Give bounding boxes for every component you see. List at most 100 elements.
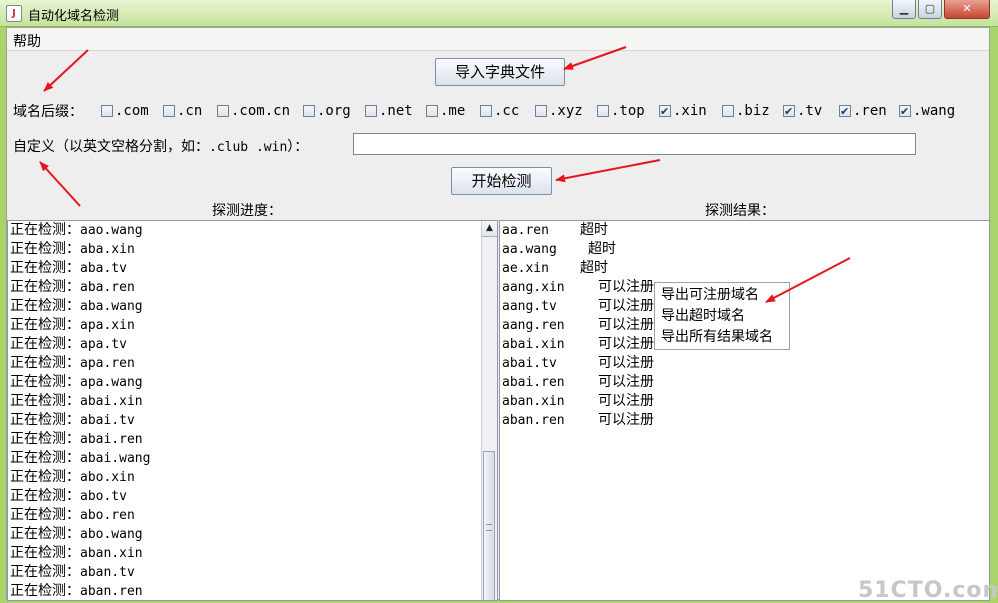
suffix-checkbox[interactable]: .net — [365, 102, 413, 120]
progress-line: 正在检测：abai.wang — [8, 449, 497, 468]
progress-line: 正在检测：aba.ren — [8, 278, 497, 297]
context-menu-item[interactable]: 导出可注册域名 — [655, 285, 789, 306]
custom-suffix-input[interactable] — [353, 133, 916, 155]
progress-prefix: 正在检测： — [10, 374, 80, 390]
custom-label-example: .club .win — [209, 140, 288, 155]
scrollbar-thumb[interactable] — [483, 451, 495, 600]
result-domain: aban.xin — [502, 394, 565, 409]
menu-help[interactable]: 帮助 — [13, 31, 41, 51]
suffix-checkbox[interactable]: .wang — [899, 102, 956, 121]
suffix-checkbox[interactable]: .top — [597, 102, 645, 120]
suffix-checkbox[interactable]: .xin — [659, 102, 707, 121]
result-status: 超时 — [588, 241, 616, 257]
progress-prefix: 正在检测： — [10, 507, 80, 523]
result-domain: aang.ren — [502, 318, 565, 333]
context-menu-item[interactable]: 导出超时域名 — [655, 306, 789, 327]
progress-line: 正在检测：aba.xin — [8, 240, 497, 259]
title-bar: J 自动化域名检测 ▁ ▢ ✕ — [0, 0, 998, 27]
progress-prefix: 正在检测： — [10, 393, 80, 409]
checkbox-unchecked-icon[interactable] — [217, 105, 229, 117]
context-menu-item[interactable]: 导出所有结果域名 — [655, 327, 789, 348]
progress-pane[interactable]: 正在检测：aao.wang 正在检测：aba.xin 正在检测：aba.tv 正在检测… — [7, 220, 498, 601]
scrollbar-grip-icon — [486, 524, 492, 531]
progress-domain: aba.ren — [80, 280, 135, 295]
window-title: 自动化域名检测 — [28, 9, 120, 24]
export-context-menu: 导出可注册域名 导出超时域名 导出所有结果域名 — [654, 282, 790, 350]
progress-prefix: 正在检测： — [10, 317, 80, 333]
scroll-up-arrow-icon[interactable]: ▲ — [482, 221, 497, 237]
progress-prefix: 正在检测： — [10, 222, 80, 238]
progress-line: 正在检测：apa.xin — [8, 316, 497, 335]
suffix-checkbox-label: .top — [611, 103, 645, 119]
progress-domain: aban.ren — [80, 584, 143, 599]
suffix-checkbox[interactable]: .org — [303, 102, 351, 120]
suffix-checkbox[interactable]: .cc — [480, 102, 519, 120]
checkbox-unchecked-icon[interactable] — [365, 105, 377, 117]
suffix-checkbox-label: .com — [115, 103, 149, 119]
result-status: 可以注册 — [598, 355, 654, 371]
checkbox-checked-icon[interactable] — [899, 103, 911, 121]
progress-domain: abai.xin — [80, 394, 143, 409]
progress-scrollbar[interactable]: ▲ — [481, 221, 497, 600]
progress-prefix: 正在检测： — [10, 583, 80, 599]
progress-prefix: 正在检测： — [10, 488, 80, 504]
suffix-checkbox[interactable]: .xyz — [535, 102, 583, 120]
checkbox-unchecked-icon[interactable] — [480, 105, 492, 117]
suffix-checkbox[interactable]: .ren — [839, 102, 887, 121]
suffix-checkbox-label: .org — [317, 103, 351, 119]
checkbox-unchecked-icon[interactable] — [163, 105, 175, 117]
result-status: 可以注册 — [598, 298, 654, 314]
progress-prefix: 正在检测： — [10, 526, 80, 542]
close-button[interactable]: ✕ — [944, 0, 990, 19]
suffix-checkbox[interactable]: .cn — [163, 102, 202, 120]
custom-suffix-label: 自定义（以英文空格分割，如：.club .win）： — [13, 136, 308, 156]
checkbox-checked-icon[interactable] — [783, 103, 795, 121]
suffix-checkbox-label: .xyz — [549, 103, 583, 119]
progress-prefix: 正在检测： — [10, 241, 80, 257]
progress-domain: abai.wang — [80, 451, 151, 466]
result-status: 可以注册 — [598, 317, 654, 333]
checkbox-unchecked-icon[interactable] — [722, 105, 734, 117]
result-status: 可以注册 — [598, 393, 654, 409]
progress-line: 正在检测：apa.wang — [8, 373, 497, 392]
checkbox-unchecked-icon[interactable] — [426, 105, 438, 117]
suffix-checkbox[interactable]: .tv — [783, 102, 822, 121]
checkbox-unchecked-icon[interactable] — [597, 105, 609, 117]
progress-title: 探测进度： — [212, 203, 282, 219]
progress-line: 正在检测：aban.xin — [8, 544, 497, 563]
import-dictionary-button[interactable]: 导入字典文件 — [435, 58, 565, 86]
result-status: 超时 — [580, 222, 608, 238]
progress-prefix: 正在检测： — [10, 260, 80, 276]
progress-prefix: 正在检测： — [10, 279, 80, 295]
result-pane[interactable]: aa.ren 超时 aa.wang 超时 ae.xin 超时 aang.xin 可以注册 aan… — [499, 220, 990, 601]
progress-line: 正在检测：apa.tv — [8, 335, 497, 354]
suffix-checkbox-label: .com.cn — [231, 103, 291, 119]
maximize-button[interactable]: ▢ — [918, 0, 942, 19]
result-line: abai.ren 可以注册 — [500, 373, 989, 392]
result-domain: aa.wang — [502, 242, 557, 257]
suffix-checkbox[interactable]: .biz — [722, 102, 770, 120]
result-status: 可以注册 — [598, 279, 654, 295]
checkbox-unchecked-icon[interactable] — [535, 105, 547, 117]
checkbox-checked-icon[interactable] — [839, 103, 851, 121]
progress-prefix: 正在检测： — [10, 545, 80, 561]
progress-prefix: 正在检测： — [10, 431, 80, 447]
checkbox-unchecked-icon[interactable] — [303, 105, 315, 117]
start-detection-button[interactable]: 开始检测 — [451, 167, 552, 195]
minimize-button[interactable]: ▁ — [892, 0, 916, 19]
suffix-checkbox[interactable]: .me — [426, 102, 465, 120]
result-line: aa.wang 超时 — [500, 240, 989, 259]
suffix-label: 域名后缀： — [13, 104, 83, 120]
progress-line: 正在检测：abo.tv — [8, 487, 497, 506]
suffix-checkbox[interactable]: .com.cn — [217, 102, 290, 120]
progress-line: 正在检测：aban.ren — [8, 582, 497, 600]
suffix-checkbox[interactable]: .com — [101, 102, 149, 120]
result-line: aban.ren 可以注册 — [500, 411, 989, 430]
progress-line: 正在检测：abo.wang — [8, 525, 497, 544]
suffix-checkbox-label: .wang — [913, 103, 956, 119]
checkbox-unchecked-icon[interactable] — [101, 105, 113, 117]
checkbox-checked-icon[interactable] — [659, 103, 671, 121]
suffix-checkbox-label: .cn — [177, 103, 203, 119]
progress-prefix: 正在检测： — [10, 355, 80, 371]
result-domain: abai.xin — [502, 337, 565, 352]
